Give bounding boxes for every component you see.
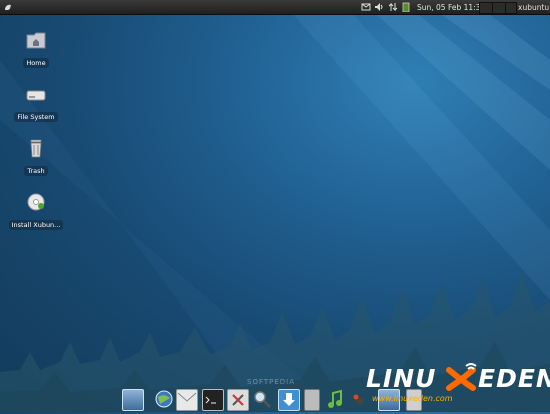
mail-indicator-icon[interactable] (361, 2, 371, 12)
home-folder-icon (25, 30, 47, 50)
desktop-icon-home[interactable]: Home (4, 30, 68, 69)
cd-installer-icon (25, 192, 47, 212)
logo-right-word: EDEN (478, 364, 550, 393)
logo-url: www.linuxeden.com (372, 394, 453, 403)
desktop-icon-label: File System (14, 112, 58, 122)
desktop-icon-trash[interactable]: Trash (4, 138, 68, 177)
trash-icon (25, 138, 47, 158)
clock[interactable]: Sun, 05 Feb 11:39 (417, 3, 485, 12)
desktop-icon-label: Trash (24, 166, 48, 176)
media-player-icon[interactable] (326, 389, 346, 409)
mail-icon[interactable] (176, 389, 198, 411)
volume-icon[interactable] (374, 2, 384, 12)
desktop-icon-label: Home (23, 58, 49, 68)
network-icon[interactable] (388, 2, 398, 12)
settings-icon[interactable] (227, 389, 249, 411)
workspace-1[interactable] (479, 2, 493, 14)
terminal-icon[interactable] (202, 389, 224, 411)
download-icon[interactable] (278, 389, 300, 411)
logo-x-mark-icon (446, 363, 477, 391)
softpedia-watermark: SOFTPEDIA (247, 378, 296, 386)
workspace-3[interactable] (505, 2, 517, 14)
web-browser-icon[interactable] (154, 389, 174, 409)
desktop-icon-file-system[interactable]: File System (4, 84, 68, 123)
applications-menu-icon[interactable] (3, 2, 13, 12)
show-desktop-icon[interactable] (122, 389, 144, 411)
battery-icon[interactable] (401, 2, 411, 13)
workspace-2[interactable] (492, 2, 506, 14)
window-icon[interactable] (304, 389, 320, 411)
hard-drive-icon (25, 84, 47, 104)
desktop-icon-install-xubuntu[interactable]: Install Xubun... (4, 192, 68, 231)
logo-left-word: LINU (366, 364, 437, 393)
desktop-icon-label: Install Xubun... (8, 220, 64, 230)
linuxeden-logo: LINU EDEN www.linuxeden.com (362, 360, 550, 408)
top-panel: Sun, 05 Feb 11:39 xubuntu (0, 0, 550, 15)
search-icon[interactable] (252, 389, 272, 409)
user-menu[interactable]: xubuntu (518, 3, 549, 12)
